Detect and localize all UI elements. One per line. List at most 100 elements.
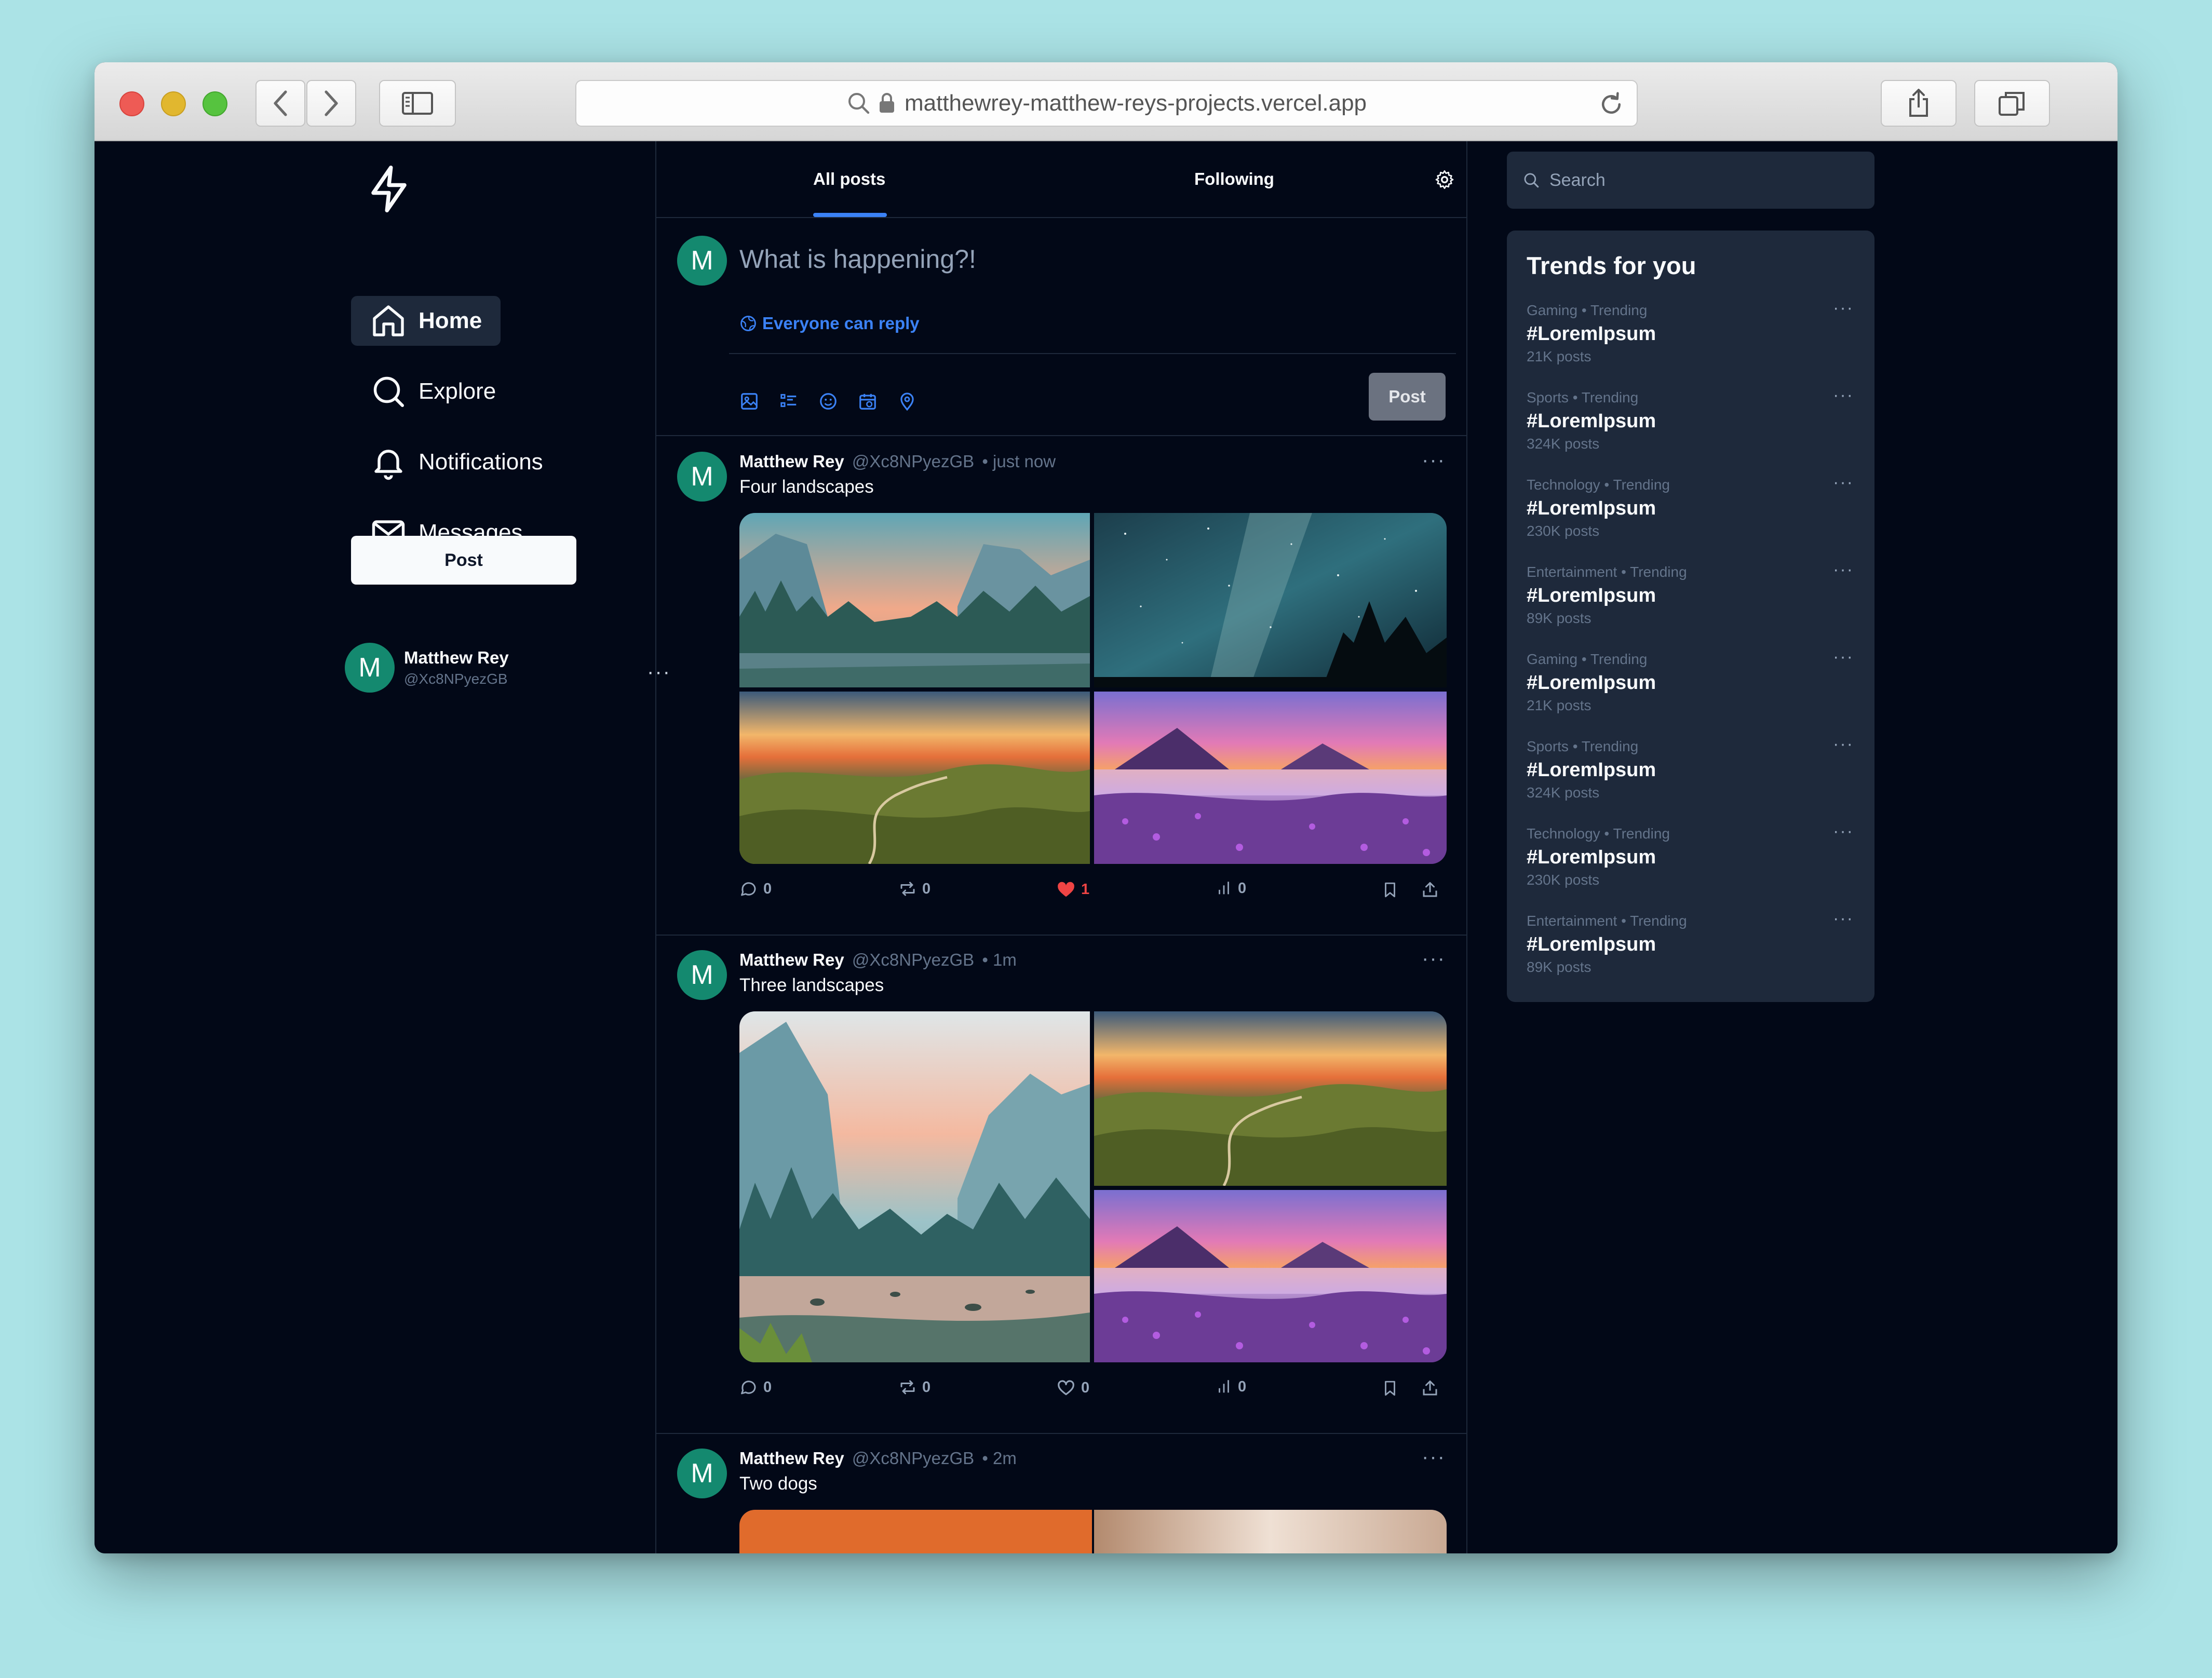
zoom-window-button[interactable]	[203, 91, 227, 116]
author-handle: @Xc8NPyezGB	[852, 452, 975, 471]
like-count: 0	[1081, 1379, 1090, 1396]
post-card[interactable]: M Matthew Rey @Xc8NPyezGB • 1m ··· Three…	[656, 936, 1466, 1434]
reply-setting-button[interactable]: Everyone can reply	[739, 314, 920, 333]
trend-item[interactable]: Gaming • Trending #LoremIpsum 21K posts …	[1527, 647, 1854, 714]
sidebar-toggle-button[interactable]	[379, 80, 456, 127]
poll-list-icon[interactable]	[779, 391, 799, 411]
heart-outline-icon	[1058, 1380, 1074, 1396]
tab-all-posts[interactable]: All posts	[813, 169, 885, 189]
nav-home[interactable]: Home	[351, 296, 501, 346]
image-rolling-hills[interactable]	[739, 692, 1090, 864]
trend-item[interactable]: Sports • Trending #LoremIpsum 324K posts…	[1527, 734, 1854, 801]
post-header: Matthew Rey @Xc8NPyezGB • just now	[739, 452, 1056, 471]
share-icon[interactable]	[1421, 881, 1439, 899]
author-name[interactable]: Matthew Rey	[739, 452, 844, 471]
tabs-overview-button[interactable]	[1974, 80, 2050, 127]
post-text: Four landscapes	[739, 477, 874, 497]
trend-more-icon[interactable]: ···	[1833, 909, 1854, 929]
post-text: Two dogs	[739, 1473, 817, 1494]
post-more-icon[interactable]: ···	[1422, 449, 1446, 472]
reply-button[interactable]: 0	[739, 879, 772, 898]
image-mountain-valley[interactable]	[739, 513, 1090, 687]
trend-more-icon[interactable]: ···	[1833, 385, 1854, 405]
repost-button[interactable]: 0	[898, 879, 930, 898]
avatar[interactable]: M	[677, 1449, 727, 1498]
trend-item[interactable]: Entertainment • Trending #LoremIpsum 89K…	[1527, 560, 1854, 627]
post-card[interactable]: M Matthew Rey @Xc8NPyezGB • 2m ··· Two d…	[656, 1434, 1466, 1553]
share-button[interactable]	[1881, 80, 1957, 127]
sidebar-post-button[interactable]: Post	[351, 536, 576, 585]
trend-category: Technology • Trending	[1527, 477, 1670, 493]
chevron-left-icon	[274, 90, 287, 116]
bell-icon	[374, 450, 402, 480]
composer-divider	[729, 353, 1456, 354]
trend-more-icon[interactable]: ···	[1833, 560, 1854, 580]
image-rolling-hills[interactable]	[1094, 1011, 1447, 1186]
gear-icon[interactable]	[1434, 169, 1455, 190]
emoji-icon[interactable]	[818, 391, 838, 411]
avatar[interactable]: M	[677, 950, 727, 1000]
post-more-icon[interactable]: ···	[1422, 1445, 1446, 1469]
bookmark-icon[interactable]	[1381, 1379, 1399, 1398]
forward-button[interactable]	[306, 80, 356, 127]
image-lavender-lake[interactable]	[1094, 1190, 1447, 1362]
like-button[interactable]: 0	[1056, 1378, 1089, 1398]
post-header: Matthew Rey @Xc8NPyezGB • 2m	[739, 1449, 1017, 1468]
trend-more-icon[interactable]: ···	[1833, 821, 1854, 842]
image-dog-orange[interactable]	[739, 1510, 1092, 1553]
compose-post-button[interactable]: Post	[1369, 373, 1446, 421]
author-name[interactable]: Matthew Rey	[739, 950, 844, 969]
post-more-icon[interactable]: ···	[1422, 947, 1446, 970]
browser-toolbar: matthewrey-matthew-reys-projects.vercel.…	[95, 62, 2117, 141]
trend-category: Gaming • Trending	[1527, 651, 1648, 667]
image-mountain-valley[interactable]	[739, 1011, 1090, 1362]
trend-more-icon[interactable]: ···	[1833, 472, 1854, 493]
reload-icon[interactable]	[1597, 90, 1625, 118]
post-card[interactable]: M Matthew Rey @Xc8NPyezGB • just now ···…	[656, 437, 1466, 936]
nav-explore[interactable]: Explore	[351, 367, 515, 416]
views-button[interactable]: 0	[1215, 1378, 1246, 1396]
post-time: • just now	[982, 452, 1056, 471]
trend-count: 324K posts	[1527, 784, 1600, 801]
share-icon[interactable]	[1421, 1379, 1439, 1398]
image-icon[interactable]	[739, 391, 759, 411]
trend-category: Sports • Trending	[1527, 389, 1639, 405]
trend-item[interactable]: Entertainment • Trending #LoremIpsum 89K…	[1527, 909, 1854, 976]
avatar[interactable]: M	[677, 452, 727, 502]
trend-category: Entertainment • Trending	[1527, 913, 1687, 929]
bookmark-icon[interactable]	[1381, 881, 1399, 899]
reply-button[interactable]: 0	[739, 1378, 772, 1397]
minimize-window-button[interactable]	[161, 91, 186, 116]
lightning-logo-icon[interactable]	[366, 163, 412, 215]
like-button[interactable]: 1	[1056, 879, 1089, 899]
location-pin-icon[interactable]	[897, 391, 917, 411]
trend-more-icon[interactable]: ···	[1833, 298, 1854, 318]
nav-notifications[interactable]: Notifications	[351, 437, 562, 487]
main-feed: All posts Following M What is happening?…	[655, 141, 1467, 1553]
image-dog-light[interactable]	[1094, 1510, 1447, 1553]
views-button[interactable]: 0	[1215, 879, 1246, 897]
trend-item[interactable]: Gaming • Trending #LoremIpsum 21K posts …	[1527, 298, 1854, 365]
trend-item[interactable]: Technology • Trending #LoremIpsum 230K p…	[1527, 821, 1854, 888]
reply-setting-label: Everyone can reply	[762, 314, 920, 333]
schedule-calendar-icon[interactable]	[858, 391, 878, 411]
trend-item[interactable]: Technology • Trending #LoremIpsum 230K p…	[1527, 472, 1854, 539]
search-input[interactable]: Search	[1507, 152, 1874, 209]
image-milky-way[interactable]	[1094, 513, 1447, 687]
trend-item[interactable]: Sports • Trending #LoremIpsum 324K posts…	[1527, 385, 1854, 452]
tab-following[interactable]: Following	[1194, 169, 1274, 189]
compose-input[interactable]: What is happening?!	[739, 244, 976, 274]
repost-button[interactable]: 0	[898, 1378, 930, 1397]
trend-tag: #LoremIpsum	[1527, 933, 1656, 955]
close-window-button[interactable]	[119, 91, 144, 116]
trend-category: Technology • Trending	[1527, 826, 1670, 842]
back-button[interactable]	[255, 80, 305, 127]
address-bar[interactable]: matthewrey-matthew-reys-projects.vercel.…	[575, 80, 1638, 127]
tabs-icon	[1999, 92, 2025, 116]
author-name[interactable]: Matthew Rey	[739, 1449, 844, 1468]
image-lavender-lake[interactable]	[1094, 692, 1447, 864]
trend-more-icon[interactable]: ···	[1833, 647, 1854, 667]
nav-home-label: Home	[419, 308, 482, 333]
trend-more-icon[interactable]: ···	[1833, 734, 1854, 754]
account-switcher[interactable]: M Matthew Rey @Xc8NPyezGB	[345, 643, 509, 693]
